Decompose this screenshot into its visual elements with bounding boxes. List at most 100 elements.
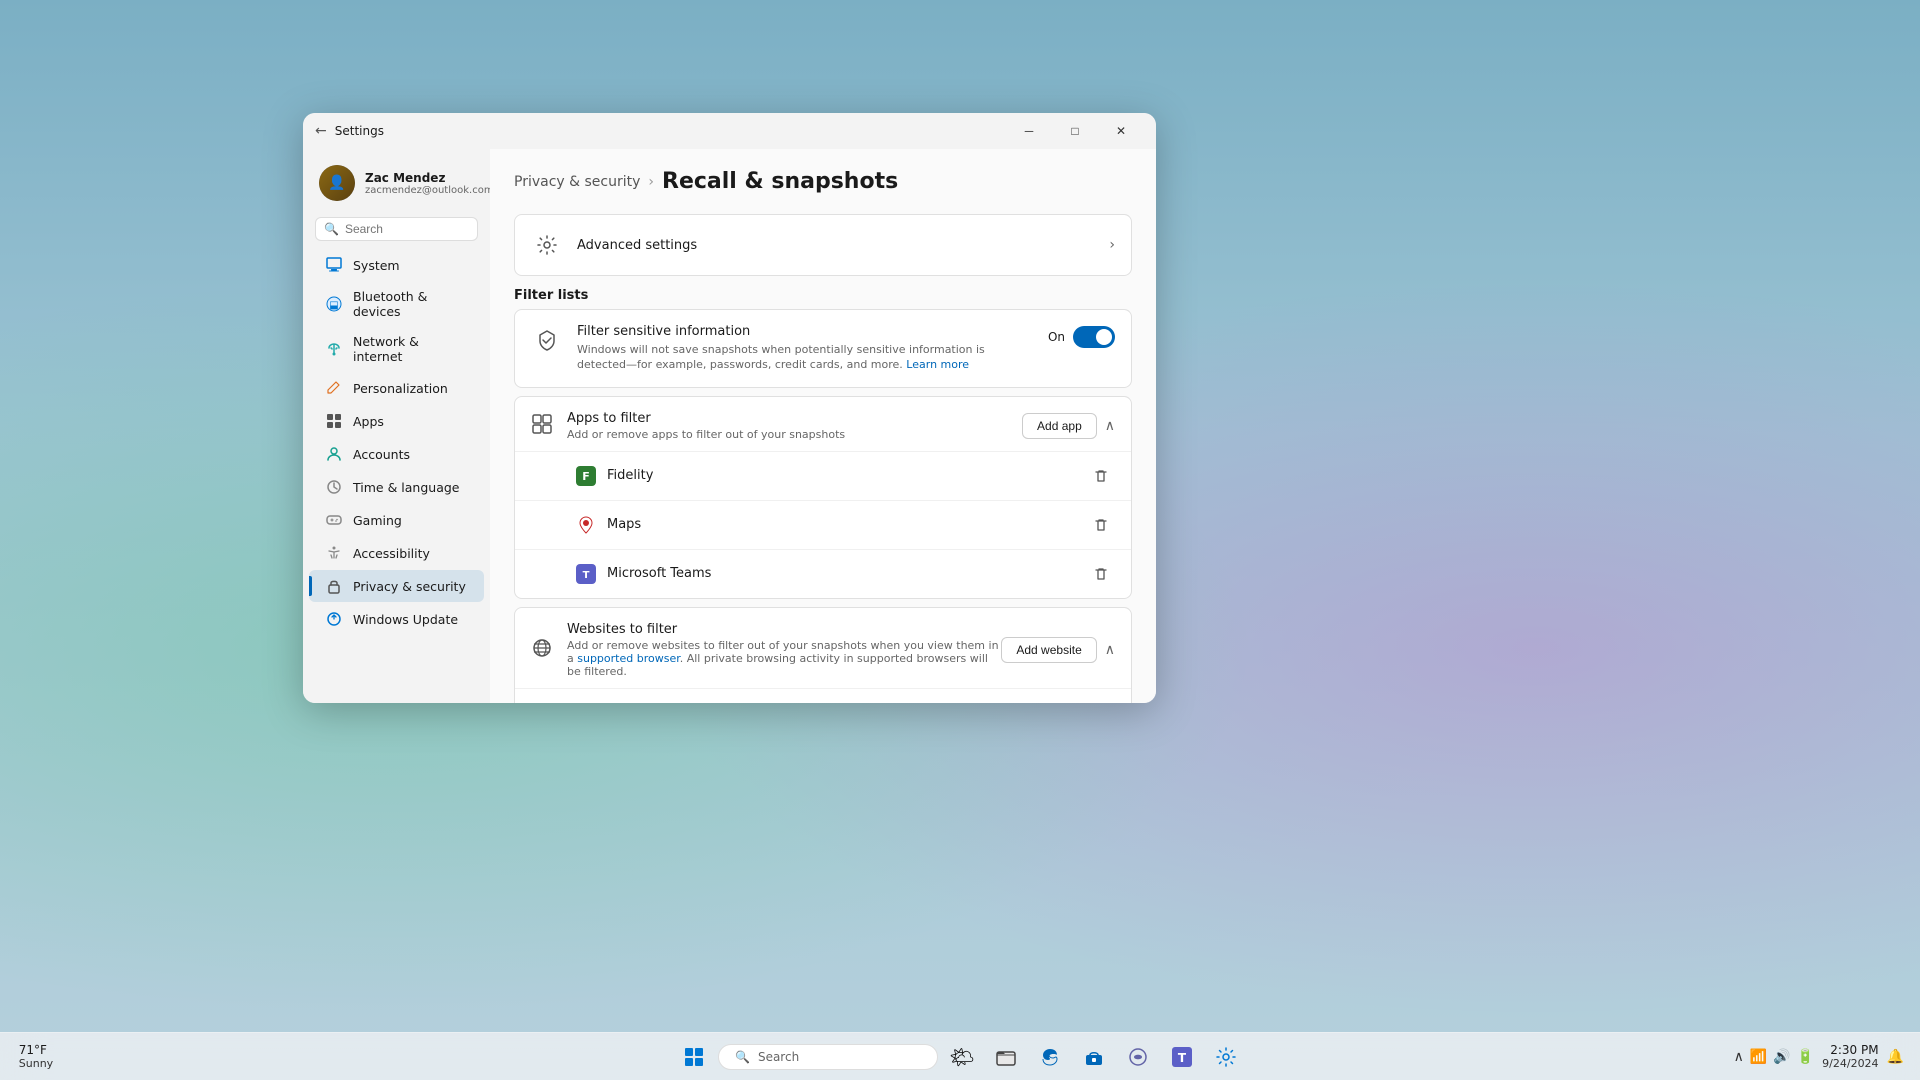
sidebar-item-privacy[interactable]: Privacy & security: [309, 570, 484, 602]
websites-to-filter-header: Websites to filter Add or remove website…: [515, 608, 1131, 688]
svg-text:⬓: ⬓: [329, 300, 338, 311]
page-title: Recall & snapshots: [662, 169, 898, 194]
sidebar-item-update[interactable]: Windows Update: [309, 603, 484, 635]
filter-sensitive-icon: [531, 324, 563, 356]
website-item-fidelity: F fidelity.com: [515, 688, 1131, 703]
app-item-maps: Maps: [515, 500, 1131, 549]
title-bar-controls: ─ □ ✕: [1006, 115, 1144, 147]
start-button[interactable]: [674, 1037, 714, 1077]
sidebar-item-privacy-label: Privacy & security: [353, 579, 466, 594]
advanced-settings-title: Advanced settings: [577, 238, 1109, 253]
sidebar-search-box[interactable]: 🔍: [315, 217, 478, 241]
breadcrumb: Privacy & security › Recall & snapshots: [514, 169, 1132, 194]
accessibility-icon: [325, 544, 343, 562]
supported-browser-link[interactable]: supported browser: [577, 652, 679, 665]
sidebar-item-system[interactable]: System: [309, 249, 484, 281]
back-icon[interactable]: ←: [315, 123, 327, 139]
delete-teams-button[interactable]: [1087, 560, 1115, 588]
taskbar-icon-teams[interactable]: T: [1162, 1037, 1202, 1077]
network-icon: [325, 340, 343, 358]
websites-collapse-chevron[interactable]: ∧: [1105, 642, 1115, 658]
sidebar-item-gaming-label: Gaming: [353, 513, 402, 528]
window-title: Settings: [335, 124, 384, 138]
toggle-track[interactable]: [1073, 326, 1115, 348]
add-app-button[interactable]: Add app: [1022, 413, 1097, 439]
websites-to-filter-actions: Add website ∧: [1001, 637, 1115, 663]
sidebar-item-apps[interactable]: Apps: [309, 405, 484, 437]
apps-to-filter-card: Apps to filter Add or remove apps to fil…: [514, 396, 1132, 599]
teams-app-icon: T: [575, 563, 597, 585]
app-item-fidelity: F Fidelity: [515, 451, 1131, 500]
sidebar-item-network[interactable]: Network & internet: [309, 327, 484, 371]
tray-expand-icon[interactable]: ∧: [1734, 1049, 1744, 1065]
personalization-icon: [325, 379, 343, 397]
websites-to-filter-subtitle: Add or remove websites to filter out of …: [567, 639, 1001, 678]
delete-maps-button[interactable]: [1087, 511, 1115, 539]
taskbar-icon-store[interactable]: [1074, 1037, 1114, 1077]
learn-more-link[interactable]: Learn more: [906, 358, 969, 371]
delete-fidelity-button[interactable]: [1087, 462, 1115, 490]
maximize-button[interactable]: □: [1052, 115, 1098, 147]
taskbar-icon-explorer[interactable]: [986, 1037, 1026, 1077]
breadcrumb-link[interactable]: Privacy & security: [514, 174, 640, 190]
filter-sensitive-card: Filter sensitive information Windows wil…: [514, 309, 1132, 388]
avatar: 👤: [319, 165, 355, 201]
tray-network-icon[interactable]: 📶: [1750, 1049, 1767, 1065]
taskbar-icon-edge[interactable]: [1030, 1037, 1070, 1077]
sidebar-item-network-label: Network & internet: [353, 334, 468, 364]
filter-sensitive-text: Filter sensitive information Windows wil…: [577, 324, 1032, 373]
toggle-thumb: [1096, 329, 1112, 345]
advanced-settings-row[interactable]: Advanced settings ›: [515, 215, 1131, 275]
close-button[interactable]: ✕: [1098, 115, 1144, 147]
toggle-group: On: [1048, 326, 1115, 348]
tray-battery-icon[interactable]: 🔋: [1797, 1049, 1814, 1065]
time-display[interactable]: 2:30 PM 9/24/2024: [1822, 1043, 1878, 1070]
apps-to-filter-actions: Add app ∧: [1022, 413, 1115, 439]
apps-collapse-chevron[interactable]: ∧: [1105, 418, 1115, 434]
taskbar-search-label: Search: [758, 1050, 799, 1064]
advanced-settings-chevron: ›: [1109, 237, 1115, 253]
apps-to-filter-subtitle: Add or remove apps to filter out of your…: [567, 428, 1022, 441]
apps-to-filter-icon: [531, 413, 553, 439]
sidebar-item-accounts[interactable]: Accounts: [309, 438, 484, 470]
sidebar-item-accounts-label: Accounts: [353, 447, 410, 462]
filter-sensitive-title: Filter sensitive information: [577, 324, 1032, 339]
sidebar-item-bluetooth[interactable]: ⬓ Bluetooth & devices: [309, 282, 484, 326]
taskbar-left: 71°F Sunny: [16, 1037, 56, 1077]
taskbar-icon-settings[interactable]: [1206, 1037, 1246, 1077]
taskbar-icon-widget[interactable]: 🌤: [942, 1037, 982, 1077]
websites-to-filter-icon: [531, 637, 553, 663]
fidelity-website-icon: F: [575, 702, 597, 703]
filter-sensitive-desc: Windows will not save snapshots when pot…: [577, 342, 1032, 373]
update-icon: [325, 610, 343, 628]
sidebar-item-bluetooth-label: Bluetooth & devices: [353, 289, 468, 319]
sidebar-item-gaming[interactable]: Gaming: [309, 504, 484, 536]
taskbar-search[interactable]: 🔍 Search: [718, 1044, 938, 1070]
filter-sensitive-toggle[interactable]: [1073, 326, 1115, 348]
taskbar: 71°F Sunny 🔍 Search 🌤 T: [0, 1032, 1920, 1080]
system-icon: [325, 256, 343, 274]
taskbar-icon-copilot[interactable]: [1118, 1037, 1158, 1077]
minimize-button[interactable]: ─: [1006, 115, 1052, 147]
sidebar-item-accessibility[interactable]: Accessibility: [309, 537, 484, 569]
taskbar-center: 🔍 Search 🌤 T: [674, 1037, 1246, 1077]
user-name: Zac Mendez: [365, 171, 490, 185]
delete-fidelity-website-button[interactable]: [1087, 699, 1115, 703]
advanced-settings-text: Advanced settings: [577, 238, 1109, 253]
notification-icon[interactable]: 🔔: [1887, 1049, 1904, 1065]
accounts-icon: [325, 445, 343, 463]
title-bar-left: ← Settings: [315, 123, 384, 139]
user-profile[interactable]: 👤 Zac Mendez zacmendez@outlook.com: [303, 157, 490, 217]
user-info: Zac Mendez zacmendez@outlook.com: [365, 171, 490, 196]
sidebar: 👤 Zac Mendez zacmendez@outlook.com 🔍 Sys…: [303, 149, 490, 703]
add-website-button[interactable]: Add website: [1001, 637, 1096, 663]
filter-lists-title: Filter lists: [514, 288, 1132, 303]
app-item-teams: T Microsoft Teams: [515, 549, 1131, 598]
filter-sensitive-row: Filter sensitive information Windows wil…: [515, 310, 1131, 387]
search-input[interactable]: [345, 222, 469, 236]
main-content: Privacy & security › Recall & snapshots …: [490, 149, 1156, 703]
clock-time: 2:30 PM: [1822, 1043, 1878, 1057]
sidebar-item-personalization[interactable]: Personalization: [309, 372, 484, 404]
sidebar-item-time[interactable]: Time & language: [309, 471, 484, 503]
tray-volume-icon[interactable]: 🔊: [1773, 1049, 1790, 1065]
